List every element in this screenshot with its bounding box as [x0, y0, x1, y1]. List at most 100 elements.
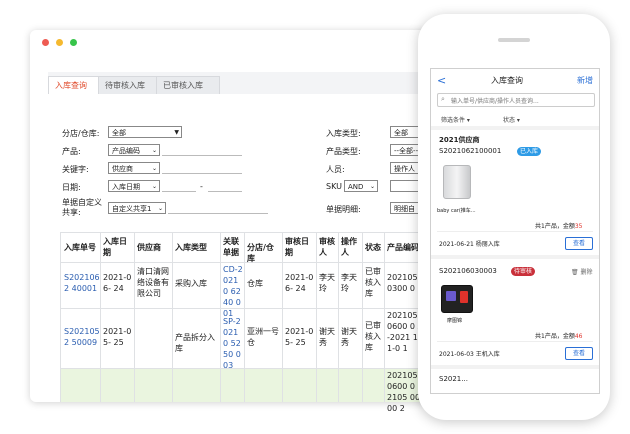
card3-number-partial[interactable]: S2021... [439, 375, 468, 383]
highlighted-row-bg [60, 368, 430, 402]
detail-value: 明细自 [394, 205, 415, 213]
card2-summary-text: 共1产品，金额 [535, 333, 575, 340]
divider [431, 126, 599, 130]
date-separator: - [200, 182, 203, 191]
custom-share-input[interactable] [168, 213, 268, 214]
date-start-input[interactable] [162, 191, 196, 192]
header-operator[interactable]: 操作人 [341, 236, 361, 258]
new-button[interactable]: 新增 [577, 75, 593, 86]
card1-status-badge: 已入库 [517, 147, 542, 156]
tab-approved[interactable]: 已审核入库 [156, 76, 220, 95]
trash-icon: 🗑 [571, 269, 579, 276]
card1-item-name: baby car(推车... [437, 208, 476, 214]
date-label: 日期: [62, 183, 81, 192]
row2-branch: 亚洲一号 仓 [247, 327, 279, 347]
minimize-dot[interactable] [56, 39, 63, 46]
mobile-search-input[interactable]: ⌕ 输入单号/供应商/操作人员查询... [437, 93, 595, 107]
branch-label: 分店/仓库: [62, 129, 100, 138]
header-branch[interactable]: 分店/仓库 [247, 242, 281, 264]
filter-conditions[interactable]: 筛选条件 ▾ [441, 115, 470, 124]
keyword-value: 供应商 [112, 165, 133, 173]
row1-type: 采购入库 [175, 279, 207, 288]
mobile-title: 入库查询 [491, 76, 523, 85]
card2-status-badge: 待审核 [511, 267, 536, 276]
card1-date-operator: 2021-06-21 杨丽入库 [439, 241, 500, 248]
row2-inbound-no-link[interactable]: S2021052 50009 [64, 326, 100, 348]
chevron-down-icon: ⌄ [151, 165, 157, 172]
date-end-input[interactable] [208, 191, 242, 192]
chevron-down-icon: ⌄ [157, 205, 163, 212]
header-related-doc[interactable]: 关联单据 [223, 236, 243, 258]
card2-divider [437, 341, 593, 342]
product-value: 产品编码 [112, 147, 140, 155]
card1-view-button[interactable]: 查看 [565, 237, 593, 250]
row1-status: 已审 核入 库 [365, 267, 381, 298]
keyword-input[interactable] [162, 173, 242, 174]
sku-select[interactable]: AND ⌄ [344, 180, 378, 192]
header-inbound-no[interactable]: 入库单号 [64, 242, 100, 253]
date-select[interactable]: 入库日期 ⌄ [108, 180, 160, 192]
header-inbound-date[interactable]: 入库日期 [103, 236, 133, 258]
card1-amount: 35 [574, 223, 583, 230]
card2-number[interactable]: S202106030003 [439, 267, 497, 275]
product-image-device [441, 285, 473, 313]
card2-amount: 46 [574, 333, 583, 340]
chevron-down-icon: ▼ [174, 129, 179, 136]
card1-divider [437, 231, 593, 232]
card1-summary-text: 共1产品，金额 [535, 223, 575, 230]
card2-date-operator: 2021-06-03 王机入库 [439, 351, 500, 358]
header-inbound-type[interactable]: 入库类型 [175, 242, 219, 253]
maximize-dot[interactable] [70, 39, 77, 46]
back-icon[interactable]: < [437, 74, 446, 87]
branch-value: 全部 [112, 129, 126, 137]
row2-type: 产品拆分入库 [175, 333, 215, 353]
product-input[interactable] [162, 155, 242, 156]
close-dot[interactable] [42, 39, 49, 46]
row1-related-doc-link[interactable]: CD-2 0210 6240 001 [223, 264, 243, 319]
header-supplier[interactable]: 供应商 [137, 242, 171, 253]
tab-pending[interactable]: 待审核入库 [98, 76, 162, 95]
card2-delete-button[interactable]: 🗑 删除 [571, 267, 593, 276]
row2-date: 2021-05- 25 [103, 327, 132, 347]
device-light [460, 291, 468, 303]
product-select[interactable]: 产品编码 ⌄ [108, 144, 160, 156]
row1-supplier: 清口清网 络设备有 限公司 [137, 267, 169, 298]
custom-share-select[interactable]: 自定义共享1 ⌄ [108, 202, 166, 214]
card2-view-button[interactable]: 查看 [565, 347, 593, 360]
row1-inbound-no-link[interactable]: S2021062 40001 [64, 272, 100, 294]
product-type-value: --全部-- [394, 147, 419, 155]
branch-select[interactable]: 全部 ▼ [108, 126, 182, 138]
keyword-label: 关键字: [62, 165, 89, 174]
mobile-screen: < 入库查询 新增 ⌕ 输入单号/供应商/操作人员查询... 筛选条件 ▾ 状态… [430, 68, 600, 394]
inbound-type-value: 全部 [394, 129, 408, 137]
person-label: 人员: [326, 165, 345, 174]
product-label: 产品: [62, 147, 81, 156]
status-filter-label: 状态 [503, 117, 516, 124]
card-separator [431, 255, 599, 259]
custom-share-value: 自定义共享1 [112, 205, 152, 213]
date-value: 入库日期 [112, 183, 140, 191]
tab-inbound-query[interactable]: 入库查询 [48, 76, 104, 95]
header-auditor[interactable]: 审核人 [319, 236, 337, 258]
card1-supplier: 2021供应商 [439, 136, 480, 144]
row2-related-doc-link[interactable]: SP-2 0210 5250 003 [223, 316, 243, 371]
header-status[interactable]: 状态 [365, 242, 383, 253]
card1-number[interactable]: S2021062100001 [439, 147, 501, 155]
chevron-down-icon: ⌄ [151, 183, 157, 190]
detail-label: 单据明细: [326, 205, 361, 214]
row2-audit-date: 2021-05- 25 [285, 327, 314, 347]
inbound-table: 入库单号 入库日期 供应商 入库类型 关联单据 分店/仓库 审核日期 审核人 操… [60, 232, 430, 413]
phone-mockup: < 入库查询 新增 ⌕ 输入单号/供应商/操作人员查询... 筛选条件 ▾ 状态… [418, 14, 610, 420]
custom-share-label: 单据自定义共享: [62, 198, 102, 217]
chevron-down-icon: ⌄ [151, 147, 157, 154]
header-audit-date[interactable]: 审核日期 [285, 236, 315, 258]
device-screen [446, 291, 456, 301]
product-image-printer [443, 165, 471, 199]
sku-value: AND [348, 183, 364, 191]
card2-item-name: 摩图锦 [447, 318, 463, 324]
card2-summary: 共1产品，金额46 [535, 331, 582, 340]
status-filter[interactable]: 状态 ▾ [503, 115, 520, 124]
keyword-select[interactable]: 供应商 ⌄ [108, 162, 160, 174]
filter-conditions-label: 筛选条件 [441, 117, 466, 124]
card-separator-2 [431, 365, 599, 369]
